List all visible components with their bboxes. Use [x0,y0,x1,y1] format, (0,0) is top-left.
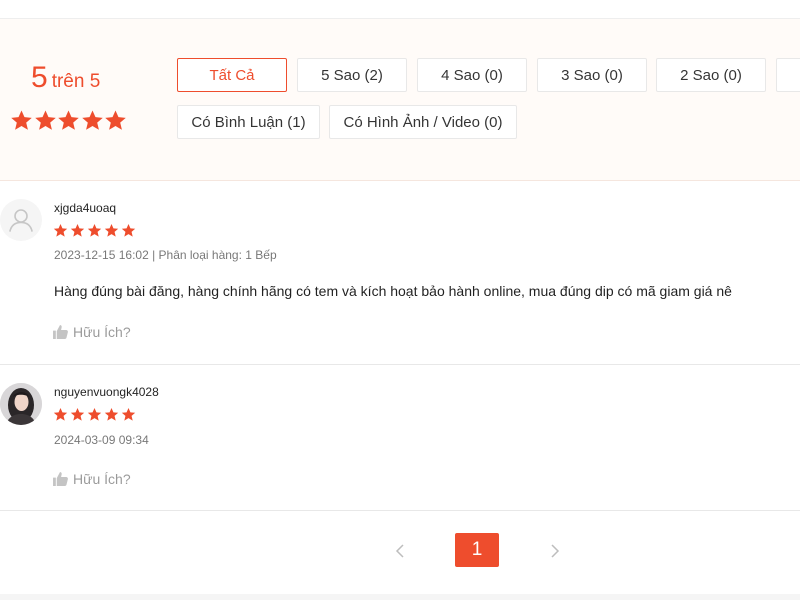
top-divider [0,0,800,19]
helpful-button[interactable]: Hữu Ích? [53,324,131,340]
review-stars [53,407,138,422]
filter-3-star-button[interactable]: 3 Sao (0) [537,58,647,92]
review-username[interactable]: xjgda4uoaq [54,201,116,215]
user-placeholder-icon [9,209,33,232]
helpful-label: Hữu Ích? [73,471,131,487]
review-item: nguyenvuongk4028 2024-03-09 09:34 Hữu Íc… [0,365,800,511]
star-icon [58,110,79,130]
thumbs-up-icon [53,325,68,339]
rating-stars [10,109,128,132]
star-icon [34,110,56,130]
star-icon [53,223,68,237]
review-content: Hàng đúng bài đăng, hàng chính hãng có t… [54,283,732,299]
pagination: 1 [0,511,800,594]
filter-all-button[interactable]: Tất Cả [177,58,287,92]
star-icon [105,110,126,130]
next-page-button[interactable] [543,539,567,563]
star-icon [87,407,102,421]
star-icon [53,407,68,421]
thumbs-up-icon [53,472,68,486]
review-meta: 2024-03-09 09:34 [54,433,149,447]
chevron-left-icon [395,544,404,558]
rating-score-out-of: trên 5 [51,71,101,92]
star-icon [104,407,119,421]
star-icon [70,223,85,237]
rating-overview: 5 trên 5 Tất Cả 5 Sao (2) 4 Sao (0) 3 Sao… [0,19,800,181]
star-icon [104,223,119,237]
filter-4-star-button[interactable]: 4 Sao (0) [417,58,527,92]
star-icon [87,223,102,237]
rating-score-value: 5 [31,61,48,94]
star-icon [11,110,32,130]
filter-2-star-button[interactable]: 2 Sao (0) [656,58,766,92]
user-photo [0,383,42,425]
page-button-current[interactable]: 1 [455,533,499,567]
star-icon [121,223,136,237]
star-icon [81,110,103,130]
filter-5-star-button[interactable]: 5 Sao (2) [297,58,407,92]
star-icon [121,407,136,421]
avatar[interactable] [0,199,42,241]
helpful-label: Hữu Ích? [73,324,131,340]
review-meta: 2023-12-15 16:02 | Phân loại hàng: 1 Bếp [54,248,277,262]
avatar[interactable] [0,383,42,425]
filter-with-comment-button[interactable]: Có Bình Luận (1) [177,105,320,139]
filter-with-media-button[interactable]: Có Hình Ảnh / Video (0) [329,105,517,139]
chevron-right-icon [551,544,560,558]
review-item: xjgda4uoaq 2023-12-15 16:02 | Phân loại … [0,181,800,365]
prev-page-button[interactable] [388,539,412,563]
helpful-button[interactable]: Hữu Ích? [53,471,131,487]
review-stars [53,223,138,238]
rating-score: 5 trên 5 [31,61,100,95]
bottom-divider [0,594,800,600]
star-icon [70,407,85,421]
review-username[interactable]: nguyenvuongk4028 [54,385,159,399]
filter-1-star-button[interactable] [776,58,800,92]
